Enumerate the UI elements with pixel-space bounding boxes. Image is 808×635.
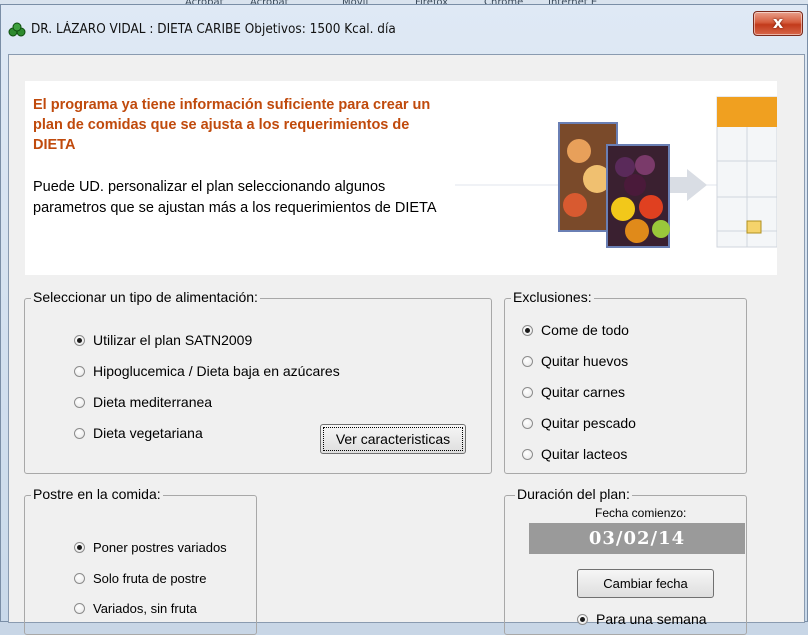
radio-label: Hipoglucemica / Dieta baja en azúcares [93,363,340,379]
radio-unchecked-icon [74,365,85,377]
radio-unchecked-icon [74,573,85,584]
radio-quitar-carnes[interactable]: Quitar carnes [522,384,625,400]
dialog-window: DR. LÁZARO VIDAL : DIETA CARIBE Objetivo… [0,4,808,635]
radio-label: Variados, sin fruta [93,601,197,616]
radio-come-de-todo[interactable]: Come de todo [522,322,629,338]
radio-unchecked-icon [522,448,533,460]
radio-label: Quitar lacteos [541,446,628,462]
ver-caracteristicas-button[interactable]: Ver caracteristicas [320,424,466,454]
radio-unchecked-icon [74,396,85,408]
radio-plan-satn2009[interactable]: Utilizar el plan SATN2009 [74,332,252,348]
window-title: DR. LÁZARO VIDAL : DIETA CARIBE Objetivo… [31,22,396,37]
title-bar[interactable]: DR. LÁZARO VIDAL : DIETA CARIBE Objetivo… [1,5,807,55]
radio-label: Quitar carnes [541,384,626,400]
radio-postres-variados[interactable]: Poner postres variados [74,540,227,555]
info-banner: El programa ya tiene información suficie… [25,81,777,275]
radio-quitar-pescado[interactable]: Quitar pescado [522,415,636,431]
radio-label: Dieta mediterranea [93,394,213,410]
banner-body-text: Puede UD. personalizar el plan seleccion… [33,179,437,216]
radio-quitar-huevos[interactable]: Quitar huevos [522,353,628,369]
radio-label: Solo fruta de postre [93,571,207,586]
group-tipo-legend: Seleccionar un tipo de alimentación: [31,289,260,305]
close-icon: x [772,13,784,32]
radio-unchecked-icon [74,427,85,439]
radio-unchecked-icon [74,603,85,614]
radio-label: Dieta vegetariana [93,425,203,441]
radio-hipoglucemica[interactable]: Hipoglucemica / Dieta baja en azúcares [74,363,340,379]
radio-variados-sin-fruta[interactable]: Variados, sin fruta [74,601,197,616]
fecha-comienzo-label: Fecha comienzo: [595,506,687,520]
group-postre-legend: Postre en la comida: [31,486,163,502]
radio-dieta-vegetariana[interactable]: Dieta vegetariana [74,425,203,441]
group-exclusiones: Exclusiones: Come de todo Quitar huevos … [504,289,747,474]
group-tipo-alimentacion: Seleccionar un tipo de alimentación: Uti… [24,289,492,474]
banner-headline: El programa ya tiene información suficie… [33,97,431,153]
dialog-client-area: El programa ya tiene información suficie… [8,54,805,635]
cambiar-fecha-button[interactable]: Cambiar fecha [577,569,714,598]
group-duracion-legend: Duración del plan: [515,486,632,502]
radio-checked-icon [74,542,85,553]
radio-solo-fruta[interactable]: Solo fruta de postre [74,571,206,586]
fruit-calendar-illustration [455,96,777,248]
close-button[interactable]: x [753,11,803,36]
radio-label: Poner postres variados [93,540,227,555]
radio-label: Come de todo [541,322,629,338]
radio-checked-icon [577,613,588,625]
group-exclusiones-legend: Exclusiones: [511,289,594,305]
radio-checked-icon [522,324,533,336]
group-duracion: Duración del plan: Fecha comienzo: 03/02… [504,486,747,635]
group-postre: Postre en la comida: Poner postres varia… [24,486,257,635]
radio-para-una-semana[interactable]: Para una semana [577,611,707,627]
radio-label: Utilizar el plan SATN2009 [93,332,253,348]
radio-label: Quitar pescado [541,415,636,431]
radio-unchecked-icon [522,386,533,398]
radio-quitar-lacteos[interactable]: Quitar lacteos [522,446,627,462]
radio-dieta-mediterranea[interactable]: Dieta mediterranea [74,394,212,410]
radio-checked-icon [74,334,85,346]
fecha-comienzo-value: 03/02/14 [529,523,745,554]
radio-unchecked-icon [522,355,533,367]
clover-app-icon [8,22,26,37]
radio-label: Para una semana [596,611,707,627]
radio-label: Quitar huevos [541,353,629,369]
radio-unchecked-icon [522,417,533,429]
